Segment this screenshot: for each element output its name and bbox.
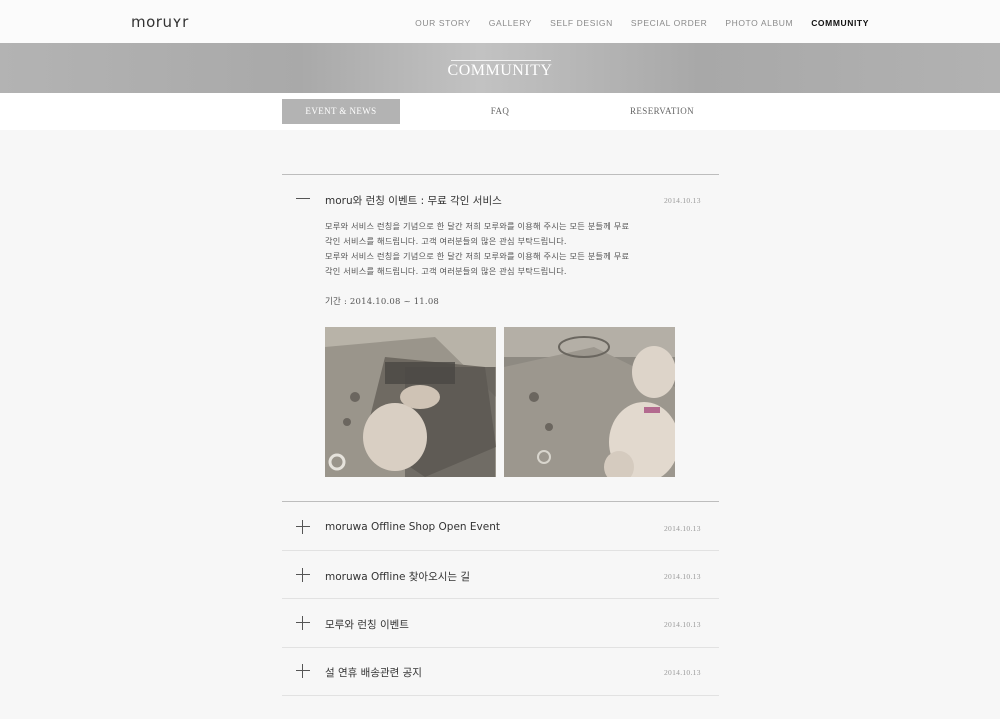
list-divider [282, 550, 719, 551]
expand-toggle-icon[interactable] [296, 520, 310, 534]
page-title: COMMUNITY [447, 62, 553, 79]
expand-toggle-icon[interactable] [296, 616, 310, 630]
nav-photo-album[interactable]: PHOTO ALBUM [725, 18, 793, 28]
list-top-divider [282, 174, 719, 175]
list-divider [282, 598, 719, 599]
tab-event-news[interactable]: EVENT & NEWS [282, 99, 400, 124]
nav-gallery[interactable]: GALLERY [489, 18, 532, 28]
list-item-date: 2014.10.13 [664, 620, 701, 629]
expanded-item-title[interactable]: moru와 런칭 이벤트 : 무료 각인 서비스 [325, 193, 502, 208]
body-line: 모루와 서비스 런칭을 기념으로 한 달간 저희 모루와를 이용해 주시는 모든… [325, 221, 630, 231]
site-logo[interactable]: moruʏr [131, 13, 189, 31]
expand-toggle-icon[interactable] [296, 568, 310, 582]
list-divider [282, 647, 719, 648]
body-line: 모루와 서비스 런칭을 기념으로 한 달간 저희 모루와를 이용해 주시는 모든… [325, 251, 630, 261]
body-line: 각인 서비스를 해드립니다. 고객 여러분들의 많은 관심 부탁드립니다. [325, 266, 567, 276]
expanded-item-date: 2014.10.13 [664, 196, 701, 205]
main-nav: OUR STORY GALLERY SELF DESIGN SPECIAL OR… [415, 18, 869, 28]
nav-self-design[interactable]: SELF DESIGN [550, 18, 613, 28]
list-item-date: 2014.10.13 [664, 668, 701, 677]
banner-divider [451, 60, 551, 61]
list-divider [282, 695, 719, 696]
expanded-item-body: 모루와 서비스 런칭을 기념으로 한 달간 저희 모루와를 이용해 주시는 모든… [325, 219, 680, 279]
nav-our-story[interactable]: OUR STORY [415, 18, 471, 28]
list-item-title[interactable]: moruwa Offline 찾아오시는 길 [325, 569, 470, 584]
expand-toggle-icon[interactable] [296, 664, 310, 678]
collapse-toggle-icon[interactable] [296, 192, 310, 206]
event-photo-2 [504, 327, 675, 477]
top-navigation-bar: moruʏr OUR STORY GALLERY SELF DESIGN SPE… [0, 0, 1000, 43]
list-item-title[interactable]: 설 연휴 배송관련 공지 [325, 665, 422, 680]
list-item-title[interactable]: 모루와 런칭 이벤트 [325, 617, 409, 632]
sub-tab-bar: EVENT & NEWS FAQ RESERVATION [0, 93, 1000, 130]
body-line: 각인 서비스를 해드립니다. 고객 여러분들의 많은 관심 부탁드립니다. [325, 236, 567, 246]
nav-special-order[interactable]: SPECIAL ORDER [631, 18, 707, 28]
list-item-date: 2014.10.13 [664, 524, 701, 533]
nav-community[interactable]: COMMUNITY [811, 18, 869, 28]
event-period: 기간 : 2014.10.08 ~ 11.08 [325, 297, 440, 307]
list-item-date: 2014.10.13 [664, 572, 701, 581]
list-divider [282, 501, 719, 502]
event-photo-1 [325, 327, 496, 477]
list-item-title[interactable]: moruwa Offline Shop Open Event [325, 521, 500, 533]
tab-faq[interactable]: FAQ [441, 99, 559, 124]
tab-reservation[interactable]: RESERVATION [603, 99, 721, 124]
